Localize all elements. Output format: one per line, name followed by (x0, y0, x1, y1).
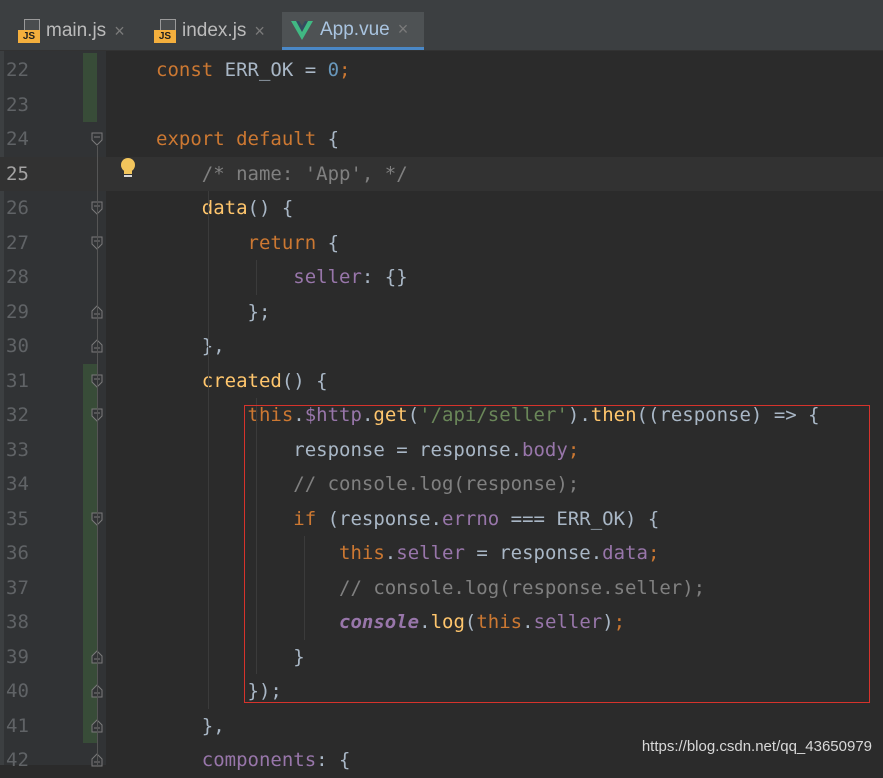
code-token: }, (156, 714, 225, 737)
tab-App-vue[interactable]: App.vue × (282, 12, 424, 50)
tab-index-js[interactable]: JS index.js × (146, 12, 276, 50)
code-text: /* name: 'App', */ (156, 157, 408, 192)
line-number: 39 (6, 645, 29, 668)
tab-main-js[interactable]: JS main.js × (10, 12, 140, 50)
code-token: }, (156, 335, 225, 357)
code-token: ; (339, 59, 351, 81)
line-number: 36 (6, 542, 29, 564)
code-text: components: { (156, 743, 351, 778)
line-number: 35 (6, 507, 29, 530)
line-number: 34 (6, 473, 29, 495)
line-number: 25 (6, 162, 29, 185)
code-token: { (327, 231, 340, 254)
change-marker (83, 536, 97, 571)
code-token: }; (156, 300, 271, 323)
line-number: 26 (6, 197, 29, 219)
line-number: 27 (6, 231, 29, 254)
code-token: ERR_OK = (224, 59, 328, 81)
indent-guide (256, 260, 257, 295)
close-icon[interactable]: × (114, 21, 125, 42)
watermark-text: https://blog.csdn.net/qq_43650979 (641, 738, 872, 755)
line-number: 30 (6, 335, 29, 357)
line-number: 37 (6, 576, 29, 599)
line-number: 41 (6, 714, 29, 737)
line-number: 24 (6, 128, 29, 150)
fold-open-icon[interactable] (91, 132, 103, 146)
change-marker (83, 467, 97, 502)
code-token: const (156, 59, 225, 81)
code-token: : { (316, 749, 351, 771)
code-line[interactable]: 30 }, (0, 329, 883, 364)
line-number: 22 (6, 59, 29, 81)
code-line[interactable]: 24 export default { (0, 122, 883, 157)
vue-file-icon (291, 20, 313, 40)
code-text: }; (156, 295, 271, 330)
line-number: 23 (6, 93, 29, 116)
code-line[interactable]: 28 seller: {} (0, 260, 883, 295)
code-text: data() { (156, 191, 294, 226)
line-number: 38 (6, 611, 29, 633)
code-text: seller: {} (156, 260, 408, 295)
code-line[interactable]: 29 }; (0, 295, 883, 330)
change-marker (83, 87, 97, 122)
close-icon[interactable]: × (398, 19, 409, 40)
fold-connector (97, 146, 98, 767)
code-line[interactable]: 27 return { (0, 226, 883, 261)
line-number: 32 (6, 404, 29, 426)
line-number: 40 (6, 680, 29, 702)
js-file-icon: JS (154, 19, 176, 43)
code-token: : {} (361, 266, 408, 288)
code-token: /* name: 'App', */ (156, 162, 408, 185)
tab-label: index.js (182, 20, 247, 41)
change-marker (83, 432, 97, 467)
code-text: }, (156, 329, 225, 364)
code-token: { (327, 128, 340, 150)
js-file-icon: JS (18, 19, 40, 43)
indent-guide (208, 191, 209, 709)
code-line[interactable]: 23 (0, 87, 883, 122)
code-token: () { (281, 369, 328, 392)
close-icon[interactable]: × (254, 21, 265, 42)
code-text: return { (156, 226, 340, 261)
code-text: const ERR_OK = 0; (156, 53, 351, 88)
change-marker (83, 570, 97, 605)
code-line[interactable]: 26 data() { (0, 191, 883, 226)
code-token: 0 (327, 59, 340, 81)
highlight-box (244, 405, 870, 703)
line-number: 33 (6, 438, 29, 461)
code-line[interactable]: 31 created() { (0, 363, 883, 399)
code-token: return (247, 231, 328, 254)
change-marker (83, 605, 97, 640)
code-token: created (201, 369, 282, 392)
code-text: created() { (156, 364, 328, 399)
line-number: 42 (6, 749, 29, 771)
line-number: 29 (6, 300, 29, 323)
tab-label: App.vue (320, 18, 390, 40)
code-text: }, (156, 709, 225, 744)
change-marker (83, 53, 97, 88)
lightbulb-icon[interactable] (117, 156, 139, 180)
code-token: components (201, 749, 317, 771)
code-line[interactable]: 22 const ERR_OK = 0; (0, 53, 883, 88)
code-token: () { (247, 197, 294, 219)
line-number: 31 (6, 369, 29, 392)
line-number: 28 (6, 266, 29, 288)
editor-tab-bar: JS main.js × JS index.js × App.vue × (0, 0, 883, 51)
tab-label: main.js (46, 20, 107, 41)
code-token: seller (293, 266, 362, 288)
code-text: export default { (156, 122, 339, 157)
code-token: export default (156, 128, 328, 150)
